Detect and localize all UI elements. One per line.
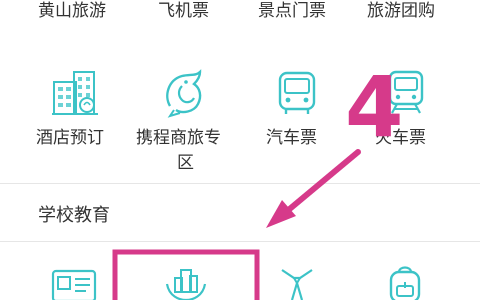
backpack-icon[interactable] (385, 264, 425, 300)
grid-item-ctrip-business-line2[interactable]: 区 (177, 152, 194, 174)
annotation-arrow-head (266, 200, 296, 228)
id-card-icon[interactable] (50, 268, 98, 300)
bus-icon[interactable] (276, 70, 318, 116)
dolphin-icon[interactable] (160, 66, 210, 118)
train-icon[interactable] (385, 68, 427, 116)
grid-item-attraction-ticket[interactable]: 景点门票 (258, 0, 326, 22)
hotel-building-icon[interactable] (50, 68, 100, 116)
grid-item-hotel-booking[interactable]: 酒店预订 (36, 127, 104, 149)
grid-item-flight-ticket[interactable]: 飞机票 (158, 0, 209, 22)
annotation-overlay: 4 (112, 58, 403, 300)
grid-item-ctrip-business-line1[interactable]: 携程商旅专 (136, 127, 221, 149)
hands-building-icon[interactable] (163, 266, 209, 300)
grid-item-bus-ticket[interactable]: 汽车票 (266, 127, 317, 149)
necktie-icon[interactable] (276, 266, 318, 300)
section-divider (0, 183, 480, 184)
annotation-arrow-shaft (283, 149, 361, 215)
section-divider-2 (0, 241, 480, 242)
section-title-school-education: 学校教育 (38, 205, 110, 226)
grid-item-group-tour[interactable]: 旅游团购 (367, 0, 435, 22)
grid-item-huangshan-tour[interactable]: 黄山旅游 (38, 0, 106, 22)
grid-item-train-ticket[interactable]: 火车票 (375, 127, 426, 149)
